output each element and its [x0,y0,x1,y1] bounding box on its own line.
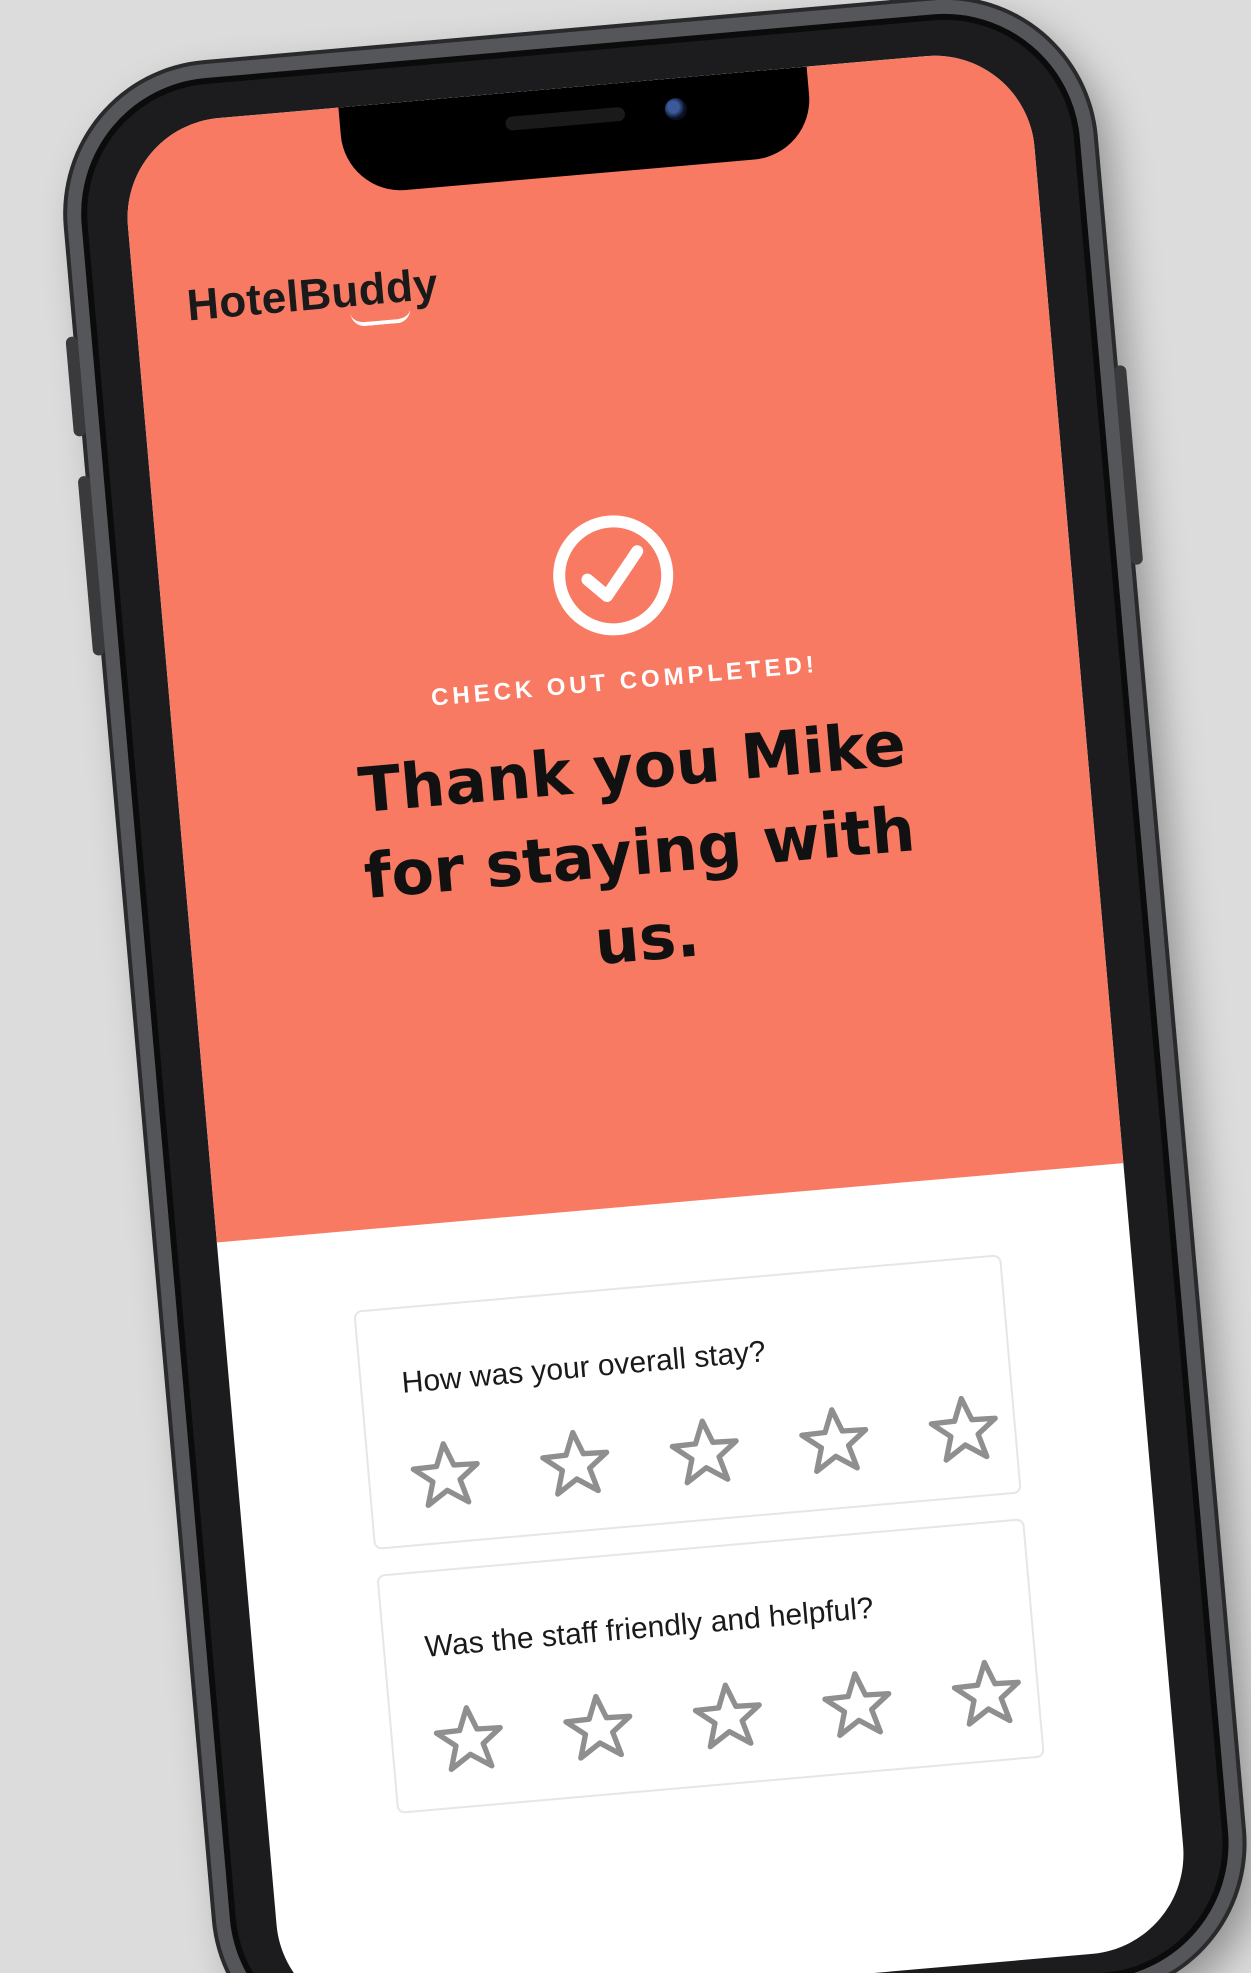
front-camera [663,97,688,122]
speaker-grille [504,106,626,132]
star-outline-icon[interactable] [403,1432,490,1519]
phone-screen: HotelBuddy CHECK OUT COMPLETED! Thank yo… [119,47,1192,1973]
checkmark-icon [581,545,644,603]
star-rating[interactable] [426,1651,1031,1783]
star-outline-icon[interactable] [814,1662,901,1749]
thank-you-headline: Thank you Mike for staying with us. [355,706,918,980]
phone-device: HotelBuddy CHECK OUT COMPLETED! Thank yo… [54,0,1251,1973]
survey-card-overall-stay: How was your overall stay? [353,1254,1022,1550]
survey-question: How was your overall stay? [400,1335,768,1400]
star-outline-icon[interactable] [921,1387,1008,1474]
survey-question: Was the staff friendly and helpful? [423,1591,875,1664]
star-outline-icon[interactable] [426,1696,513,1783]
check-circle-icon [548,510,679,641]
star-outline-icon[interactable] [532,1421,619,1508]
star-outline-icon[interactable] [944,1651,1031,1738]
star-outline-icon[interactable] [555,1685,642,1772]
star-rating[interactable] [403,1387,1008,1519]
confirmation-hero: HotelBuddy CHECK OUT COMPLETED! Thank yo… [119,47,1124,1243]
star-outline-icon[interactable] [662,1409,749,1496]
hotelbuddy-logo: HotelBuddy [185,260,440,332]
survey-card-staff: Was the staff friendly and helpful? [376,1518,1045,1814]
star-outline-icon[interactable] [791,1398,878,1485]
star-outline-icon[interactable] [685,1673,772,1760]
